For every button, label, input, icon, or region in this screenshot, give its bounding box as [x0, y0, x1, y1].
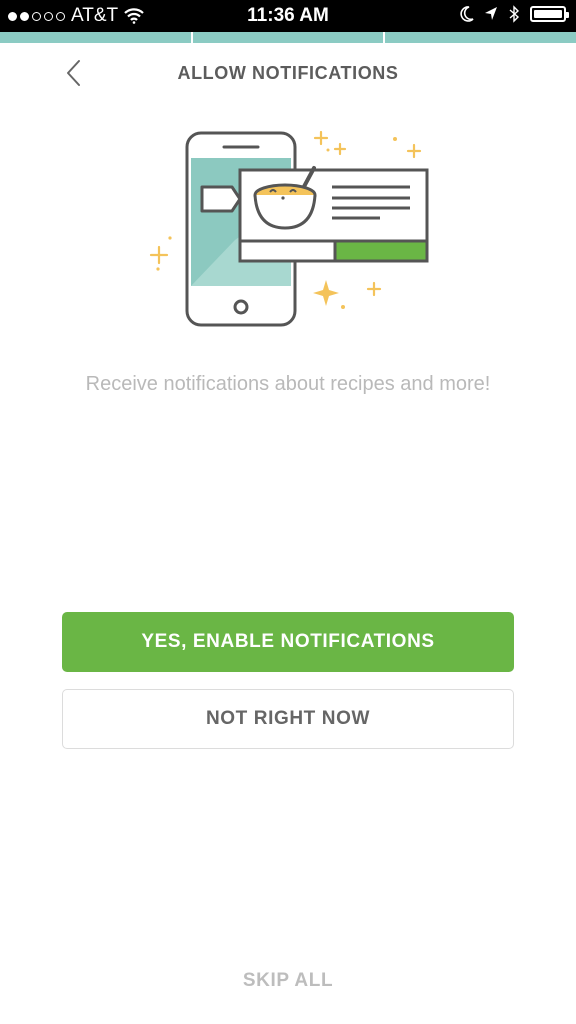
skip-all-button[interactable]: SKIP ALL	[0, 970, 576, 992]
phone-notification-illustration	[149, 130, 429, 327]
battery-fill	[534, 10, 562, 18]
moon-icon	[460, 6, 474, 22]
battery-icon	[530, 6, 569, 22]
notifications-description: Receive notifications about recipes and …	[85, 373, 491, 395]
bluetooth-icon	[509, 5, 520, 23]
header: ALLOW NOTIFICATIONS	[0, 43, 576, 103]
not-right-now-button[interactable]: NOT RIGHT NOW	[62, 689, 514, 749]
progress-segment	[192, 32, 384, 43]
page-title: ALLOW NOTIFICATIONS	[177, 63, 399, 83]
notification-illustration	[140, 120, 440, 335]
enable-notifications-button[interactable]: YES, ENABLE NOTIFICATIONS	[62, 612, 514, 672]
onboarding-progress	[0, 32, 576, 43]
status-right	[460, 5, 569, 23]
progress-segment	[0, 32, 191, 43]
status-bar: AT&T 11:36 AM	[0, 0, 576, 32]
progress-segment	[385, 32, 576, 43]
location-arrow-icon	[485, 7, 497, 20]
